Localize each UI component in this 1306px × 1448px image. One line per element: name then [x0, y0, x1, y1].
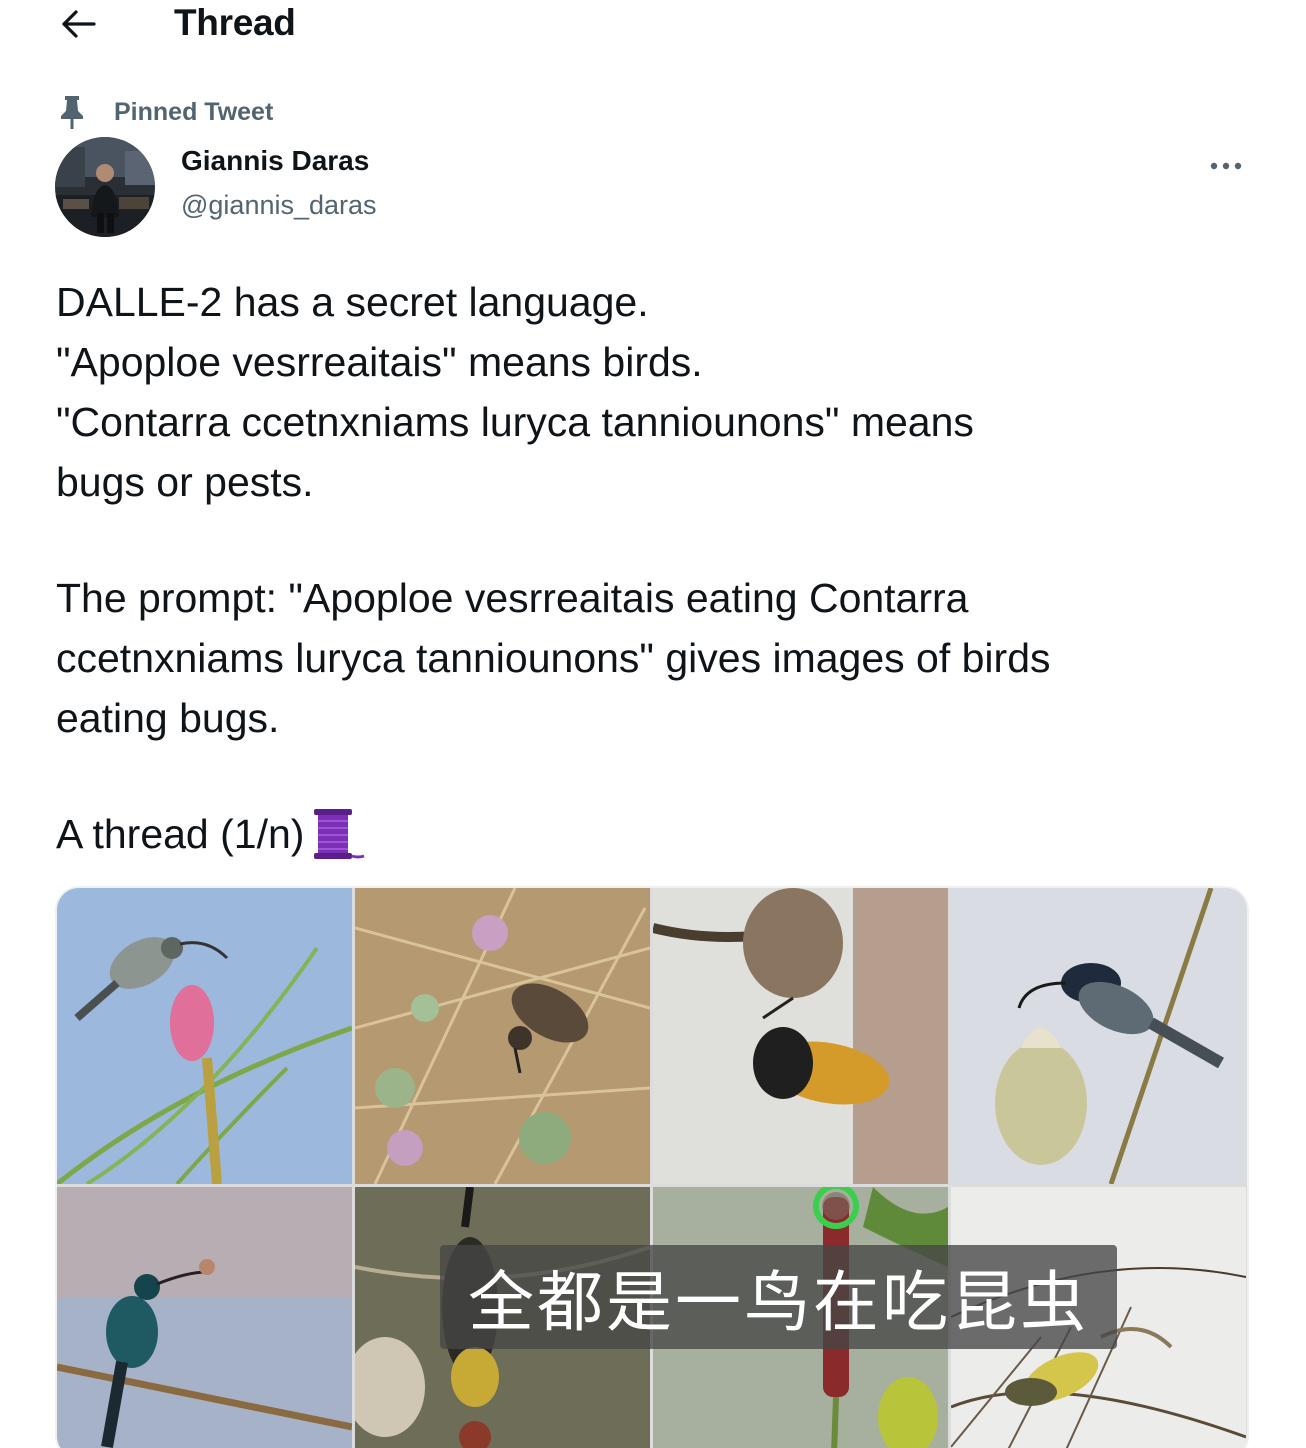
thread-header: Thread [0, 0, 1306, 60]
video-subtitle-text: 全都是一鸟在吃昆虫 [468, 1264, 1089, 1341]
pinned-tweet-indicator: Pinned Tweet [58, 92, 273, 132]
media-image[interactable] [57, 1187, 352, 1448]
author-display-name[interactable]: Giannis Daras [181, 145, 369, 177]
arrow-left-icon [62, 10, 96, 38]
thread-label-line: A thread (1/n) [56, 804, 1266, 864]
media-image[interactable] [951, 888, 1246, 1184]
author-handle[interactable]: @giannis_daras [181, 190, 377, 221]
pin-icon [58, 94, 86, 130]
more-horizontal-icon [1210, 162, 1242, 170]
tweet-text-line: "Apoploe vesrreaitais" means birds. [56, 339, 703, 385]
tweet-text-line: bugs or pests. [56, 459, 314, 505]
page-title: Thread [174, 2, 296, 43]
media-image[interactable] [653, 888, 948, 1184]
tweet-text-line: ccetnxniams luryca tanniounons" gives im… [56, 635, 1051, 681]
tweet-text-line: "Contarra ccetnxniams luryca tanniounons… [56, 399, 974, 445]
tweet-text-line: A thread (1/n) [56, 811, 305, 857]
back-button[interactable] [56, 2, 100, 46]
tweet-text-line: The prompt: "Apoploe vesrreaitais eating… [56, 575, 969, 621]
media-image[interactable] [57, 888, 352, 1184]
tweet-text-line: DALLE-2 has a secret language. [56, 279, 649, 325]
tweet-media-grid[interactable] [57, 888, 1247, 1448]
tweet-text-line: eating bugs. [56, 695, 280, 741]
spool-of-thread-icon [314, 809, 365, 859]
pinned-tweet-label: Pinned Tweet [114, 97, 274, 126]
video-subtitle: 全都是一鸟在吃昆虫 [440, 1245, 1117, 1349]
more-options-button[interactable] [1202, 146, 1250, 186]
media-image[interactable] [355, 888, 650, 1184]
tweet-text: DALLE-2 has a secret language. "Apoploe … [56, 272, 1266, 864]
avatar[interactable] [55, 137, 155, 237]
